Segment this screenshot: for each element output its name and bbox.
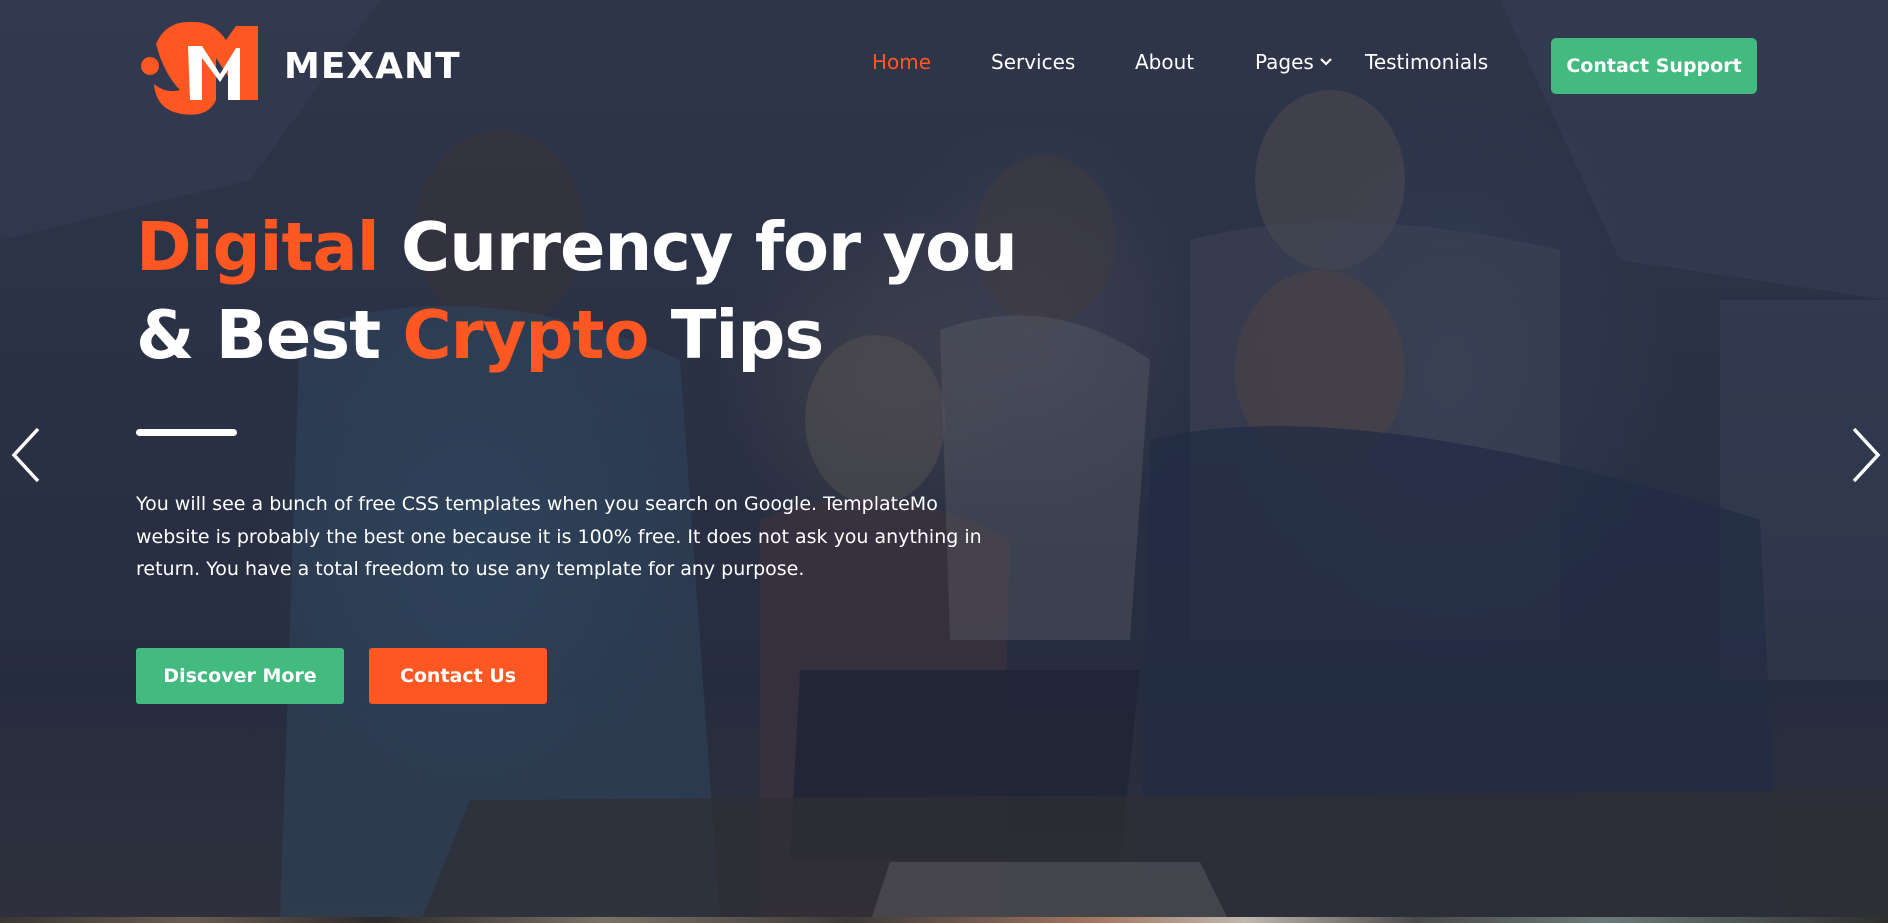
brand-name: MEXANT [284, 45, 461, 87]
nav-item-pages[interactable]: Pages [1255, 50, 1333, 74]
nav-item-pages-label: Pages [1255, 50, 1314, 74]
discover-more-button[interactable]: Discover More [136, 648, 344, 704]
headline-accent-crypto: Crypto [402, 296, 650, 374]
headline-line2-start: & Best [136, 296, 381, 374]
hero-headline: Digital Currency for you & Best Crypto T… [136, 203, 1018, 379]
nav-item-services[interactable]: Services [991, 50, 1075, 74]
hero-description: You will see a bunch of free CSS templat… [136, 493, 982, 580]
headline-line2-end: Tips [670, 296, 825, 374]
nav-item-about[interactable]: About [1135, 50, 1194, 74]
headline-accent-digital: Digital [136, 208, 380, 286]
headline-divider [136, 429, 237, 436]
chevron-left-icon[interactable] [6, 425, 46, 485]
nav-item-home[interactable]: Home [872, 50, 931, 74]
nav-item-testimonials[interactable]: Testimonials [1365, 50, 1488, 74]
contact-support-button[interactable]: Contact Support [1551, 38, 1757, 94]
site-logo[interactable]: MEXANT [136, 14, 461, 118]
headline-line1-rest: Currency for you [401, 208, 1018, 286]
hero-dark-overlay [0, 0, 1888, 923]
headline-line-2: & Best Crypto Tips [136, 291, 1017, 379]
chevron-right-icon[interactable] [1846, 425, 1886, 485]
hero-banner [0, 0, 1888, 923]
headline-line-1: Digital Currency for you [136, 203, 1018, 291]
mexant-logo-icon [141, 21, 258, 115]
contact-us-button[interactable]: Contact Us [369, 648, 547, 704]
image-strip [0, 917, 1888, 923]
chevron-down-icon [1320, 58, 1332, 66]
